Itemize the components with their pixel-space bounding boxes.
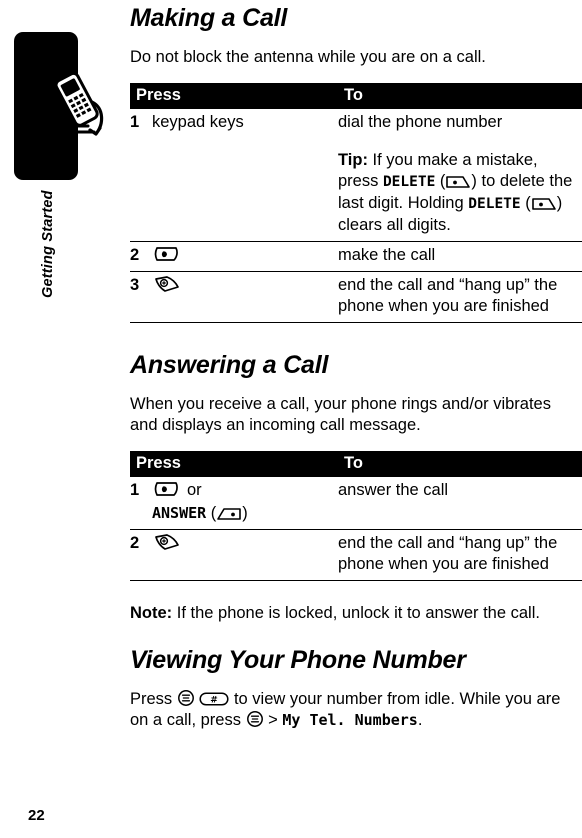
column-header-to: To [338, 83, 582, 109]
step-number: 1 [130, 477, 152, 530]
step-action: answer the call [338, 477, 582, 530]
table-row-tip: Tip: If you make a mistake, press DELETE… [130, 133, 582, 242]
steps-table-answering-a-call: Press To 1 or ANSWER () answer the call … [130, 451, 582, 581]
paren-open-answer: ( [206, 504, 217, 522]
step-number: 2 [130, 241, 152, 272]
step-press [152, 529, 338, 581]
intro-text-making-a-call: Do not block the antenna while you are o… [130, 48, 486, 66]
step-press [152, 271, 338, 323]
step-number-spacer [130, 133, 152, 242]
page-content: Making a Call Do not block the antenna w… [130, 0, 582, 731]
table-header-row: Press To [130, 83, 582, 109]
send-key-icon [152, 480, 182, 498]
column-header-press: Press [130, 451, 338, 477]
column-header-to: To [338, 451, 582, 477]
paren-close-2: ) [556, 194, 563, 212]
table-row: 3 end the call and “hang up” the phone w… [130, 271, 582, 323]
step-number: 2 [130, 529, 152, 581]
table-header-row: Press To [130, 451, 582, 477]
menu-path-label: My Tel. Numbers [282, 711, 418, 729]
tip-lead: Tip: [338, 151, 368, 169]
paren-close-answer: ) [242, 504, 248, 522]
right-softkey-icon [531, 197, 557, 211]
step-press-spacer [152, 133, 338, 242]
step-action: make the call [338, 241, 582, 272]
page-title-answering-a-call: Answering a Call [130, 351, 329, 379]
step-press: or ANSWER () [152, 477, 338, 530]
table-row: 1 keypad keys dial the phone number [130, 109, 582, 133]
viewing-text-4: > [263, 711, 283, 729]
step-tip: Tip: If you make a mistake, press DELETE… [338, 133, 582, 242]
sidebar: Getting Started [0, 0, 110, 838]
viewing-text-5: . [417, 711, 423, 729]
intro-text-answering-a-call: When you receive a call, your phone ring… [130, 395, 551, 434]
svg-text:#: # [211, 696, 219, 706]
paren-open-2: ( [520, 194, 531, 212]
end-key-icon [152, 533, 182, 551]
step-action: end the call and “hang up” the phone whe… [338, 271, 582, 323]
viewing-text-1: Press [130, 690, 177, 708]
note-paragraph: Note: If the phone is locked, unlock it … [130, 603, 582, 624]
table-row: 2 end the call and “hang up” the phone w… [130, 529, 582, 581]
end-key-icon [152, 275, 182, 293]
send-key-icon [152, 245, 182, 263]
sidebar-section-label: Getting Started [40, 190, 56, 298]
step-number: 1 [130, 113, 140, 131]
step-press [152, 241, 338, 272]
note-text: If the phone is locked, unlock it to ans… [172, 604, 540, 622]
press-or-label: or [187, 481, 202, 499]
step-number: 3 [130, 271, 152, 323]
table-row: 2 make the call [130, 241, 582, 272]
steps-table-making-a-call: Press To 1 keypad keys dial the phone nu… [130, 83, 582, 323]
paren-open-1: ( [435, 172, 446, 190]
page-title-viewing-your-phone-number: Viewing Your Phone Number [130, 646, 466, 674]
column-header-press: Press [130, 83, 338, 109]
note-lead: Note: [130, 604, 173, 622]
pound-key-icon: # [199, 691, 229, 707]
softkey-label-delete-2: DELETE [468, 196, 521, 212]
step-press: keypad keys [152, 113, 244, 131]
softkey-label-delete-1: DELETE [382, 174, 436, 190]
step-action: end the call and “hang up” the phone whe… [338, 529, 582, 581]
left-softkey-icon [216, 507, 242, 521]
viewing-instructions: Press # to view your number from idle. W… [130, 689, 582, 731]
menu-key-icon [177, 689, 195, 707]
right-softkey-icon [445, 175, 471, 189]
softkey-label-answer: ANSWER [152, 504, 207, 522]
table-row: 1 or ANSWER () answer the call [130, 477, 582, 530]
step-action: dial the phone number [338, 113, 503, 131]
tip-text-part-3: clears all digits. [338, 216, 451, 234]
page-title-making-a-call: Making a Call [130, 4, 288, 32]
menu-key-icon [246, 710, 264, 728]
page-number: 22 [28, 807, 45, 824]
